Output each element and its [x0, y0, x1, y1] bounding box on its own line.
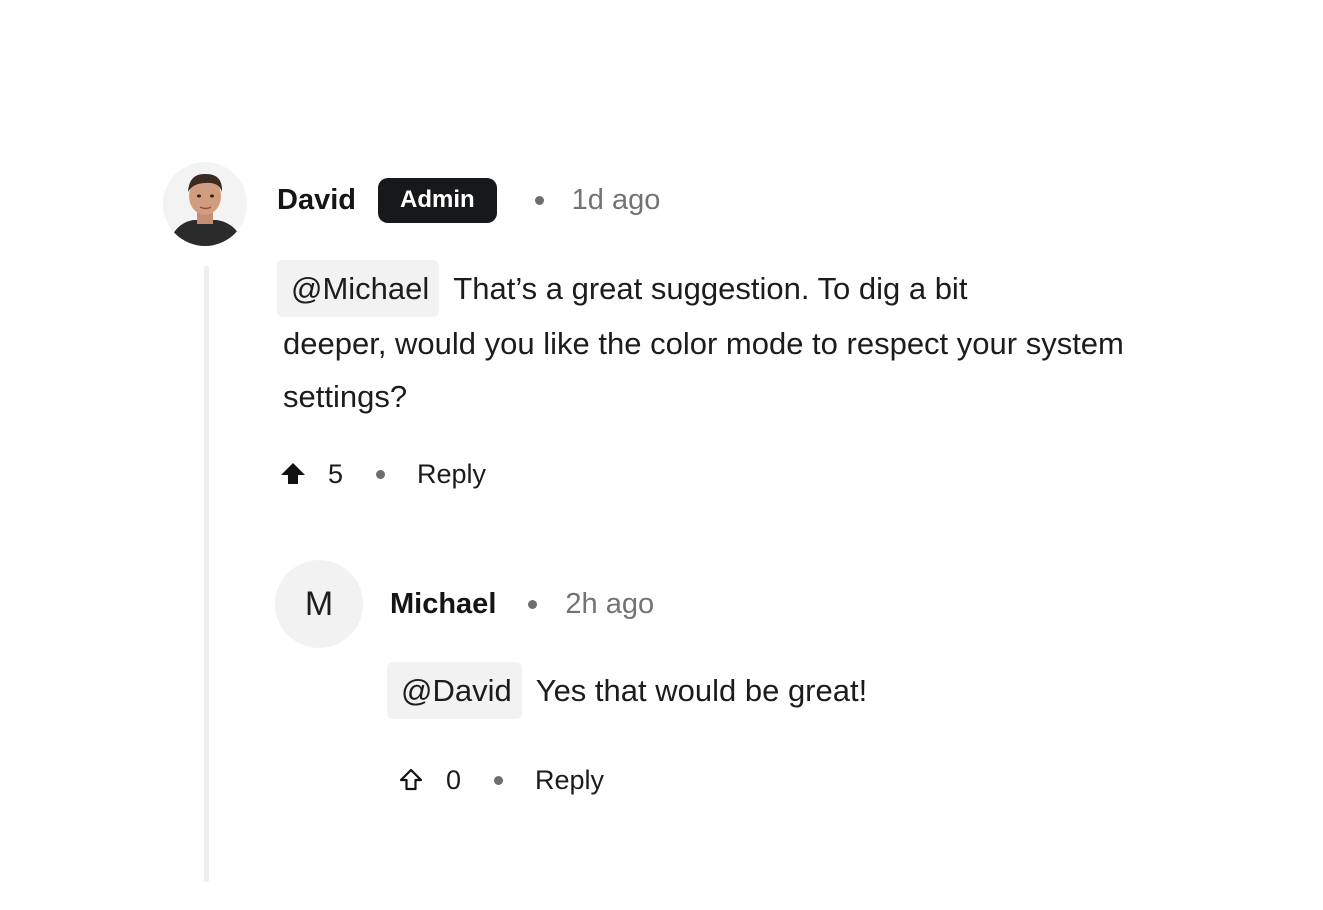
arrow-up-filled-icon — [281, 463, 305, 484]
separator-dot — [528, 599, 538, 609]
comment-body: @David Yes that would be great! — [387, 662, 1187, 719]
upvote-button[interactable] — [396, 765, 426, 795]
comment-header: David Admin 1d ago — [277, 176, 660, 224]
separator-dot — [494, 775, 504, 785]
upvote-count: 5 — [328, 458, 344, 489]
timestamp: 1d ago — [571, 183, 661, 216]
reply-button[interactable]: Reply — [417, 459, 486, 490]
comment-actions: 0 Reply — [396, 760, 604, 800]
separator-dot — [534, 195, 544, 205]
comment-thread: David Admin 1d ago @Michael That’s a gre… — [0, 0, 1323, 910]
avatar-initial: M — [304, 584, 334, 623]
upvote-button[interactable] — [278, 459, 308, 489]
comment-body: @Michael That’s a great suggestion. To d… — [277, 260, 1157, 423]
comment-text-line: Yes that would be great! — [535, 673, 868, 708]
comment-text-rest: deeper, would you like the color mode to… — [283, 326, 1124, 414]
reply-button[interactable]: Reply — [535, 765, 604, 796]
comment-text-line: That’s a great suggestion. To dig a bit — [453, 271, 968, 306]
mention-chip[interactable]: @David — [387, 662, 522, 719]
comment-actions: 5 Reply — [278, 454, 486, 494]
upvote-count: 0 — [446, 764, 462, 795]
arrow-up-outline-icon — [399, 768, 423, 791]
avatar-david[interactable] — [163, 162, 247, 246]
timestamp: 2h ago — [565, 587, 655, 620]
avatar-michael[interactable]: M — [275, 560, 363, 648]
author-name[interactable]: David — [277, 184, 356, 217]
author-name[interactable]: Michael — [390, 588, 496, 621]
separator-dot — [376, 469, 386, 479]
mention-chip[interactable]: @Michael — [277, 260, 440, 317]
comment-header: Michael 2h ago — [390, 580, 654, 628]
thread-line — [204, 266, 209, 882]
admin-badge: Admin — [377, 177, 497, 223]
